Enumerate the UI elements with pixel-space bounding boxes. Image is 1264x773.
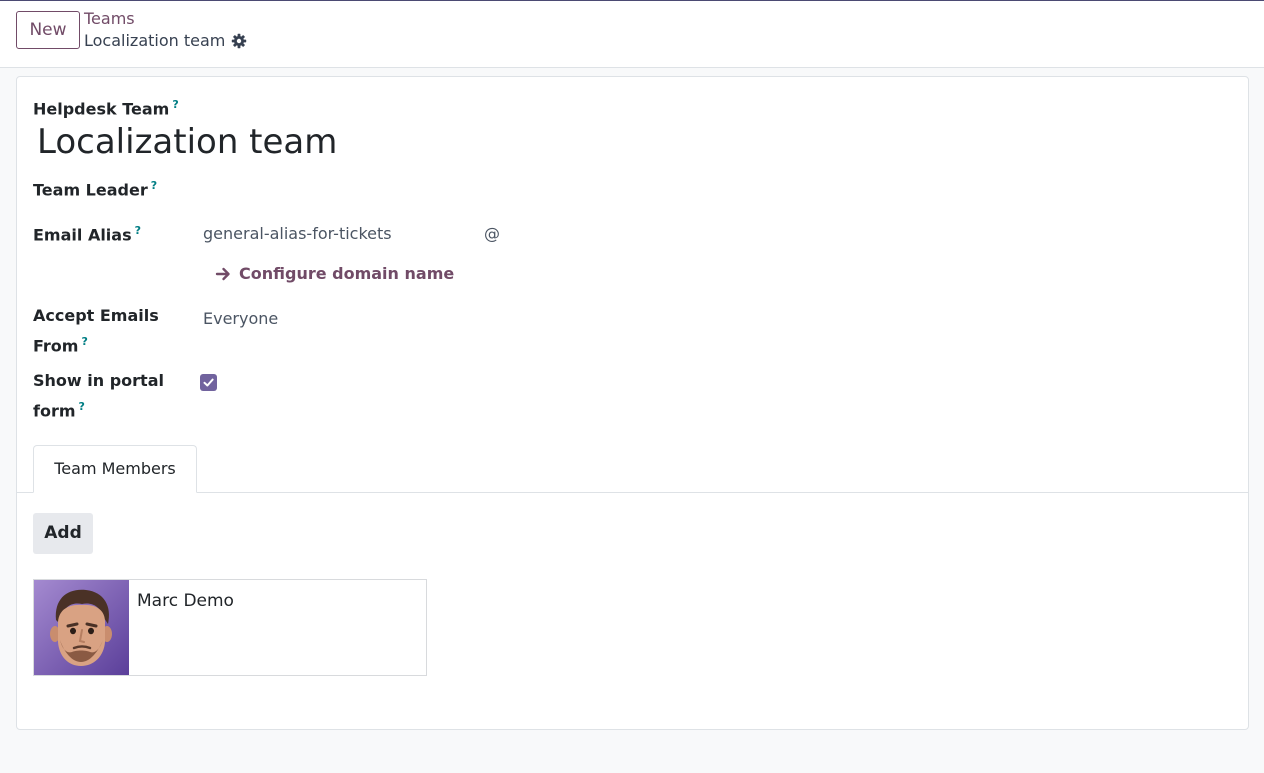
add-member-button[interactable]: Add [33,513,93,554]
form-sheet: Helpdesk Team? Localization team Team Le… [16,76,1249,730]
email-alias-label-text: Email Alias [33,225,132,245]
configure-domain-link[interactable]: Configure domain name [215,264,454,283]
show-portal-label: Show in portal form? [33,368,164,424]
team-leader-label: Team Leader? [33,173,157,203]
member-card[interactable]: Marc Demo [33,579,427,676]
arrow-right-icon [215,267,230,280]
check-icon [203,378,214,387]
tab-team-members[interactable]: Team Members [33,445,197,493]
help-tooltip-icon[interactable]: ? [172,98,178,111]
breadcrumb-teams-link[interactable]: Teams [84,10,135,28]
show-portal-label-line1: Show in portal [33,371,164,390]
show-portal-label-line2: form [33,401,76,421]
tab-divider [17,492,1248,493]
help-tooltip-icon[interactable]: ? [79,400,85,413]
help-tooltip-icon[interactable]: ? [135,224,141,237]
show-portal-checkbox[interactable] [200,374,217,391]
helpdesk-team-label-text: Helpdesk Team [33,99,170,119]
accept-emails-label: Accept Emails From? [33,303,159,359]
control-panel: New Teams Localization team [0,1,1264,68]
avatar [34,580,129,675]
team-name-field[interactable]: Localization team [37,120,337,164]
accept-emails-label-line1: Accept Emails [33,306,159,325]
help-tooltip-icon[interactable]: ? [151,179,157,192]
helpdesk-team-label: Helpdesk Team? [33,92,179,122]
help-tooltip-icon[interactable]: ? [81,335,87,348]
member-name: Marc Demo [137,591,234,611]
gear-icon[interactable] [231,33,247,49]
email-alias-label: Email Alias? [33,218,141,248]
breadcrumb-current: Localization team [84,31,247,51]
email-alias-field[interactable]: general-alias-for-tickets [203,224,392,244]
team-leader-field[interactable] [203,176,503,196]
accept-emails-label-line2: From [33,336,79,356]
accept-emails-field[interactable]: Everyone [203,309,278,329]
configure-domain-text: Configure domain name [239,264,455,283]
team-leader-label-text: Team Leader [33,180,148,200]
email-alias-at: @ [484,224,500,243]
breadcrumb-current-label: Localization team [84,31,226,50]
new-button[interactable]: New [16,11,80,49]
